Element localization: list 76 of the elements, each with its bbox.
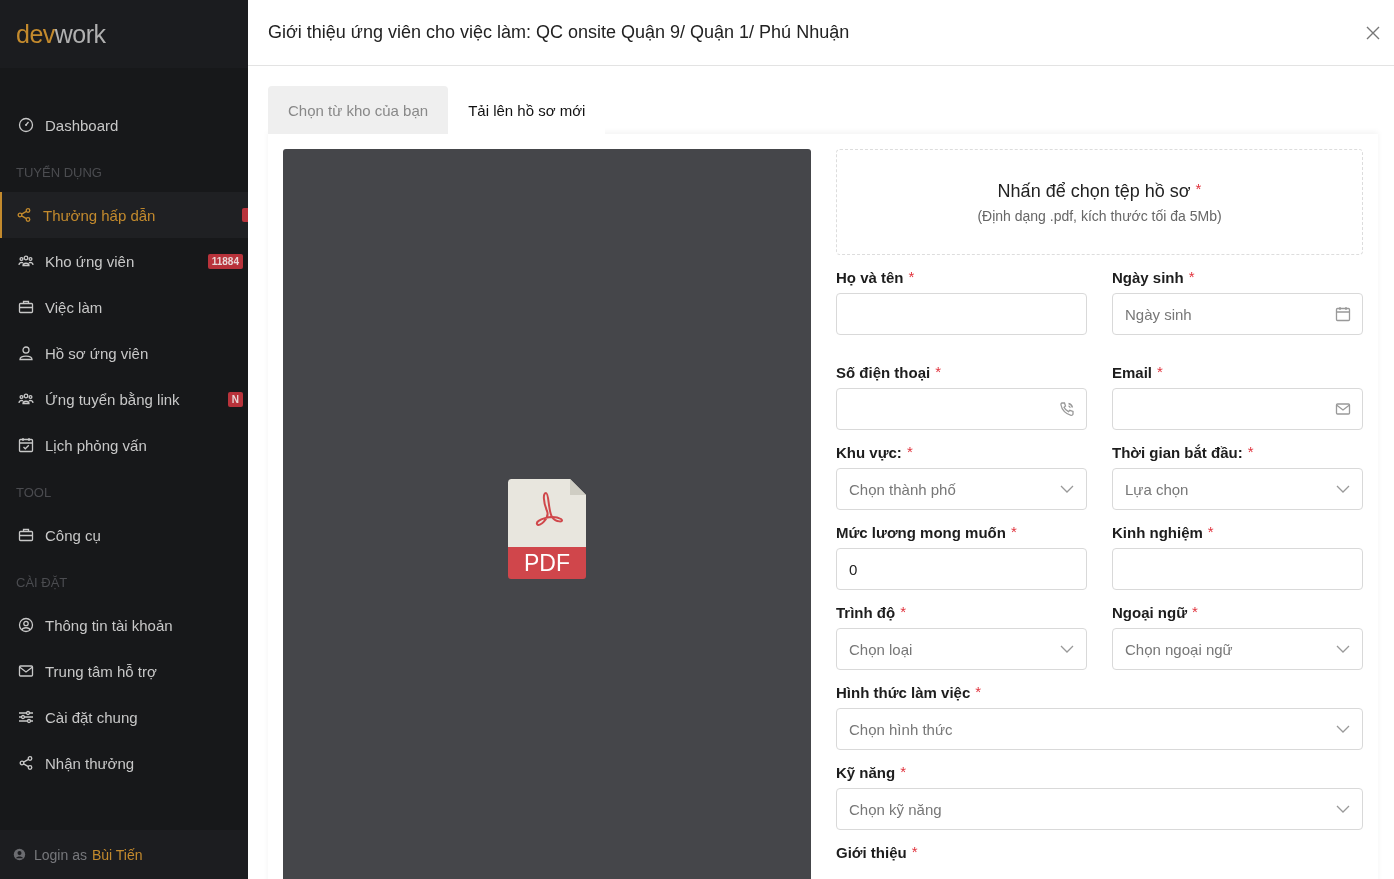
login-label: Login as [34, 846, 87, 863]
share-icon [16, 207, 32, 223]
dropdown[interactable]: Chọn loại [836, 628, 1087, 670]
sidebar-item[interactable]: Kho ứng viên 11884 [0, 238, 248, 284]
mail-icon [1335, 401, 1351, 417]
briefcase-icon [18, 299, 34, 315]
field-label: Họ và tên [836, 269, 904, 286]
required-mark: * [1195, 180, 1202, 196]
field-label: Mức lương mong muốn [836, 524, 1006, 541]
field-label: Email [1112, 364, 1153, 381]
field-label: Kỹ năng [836, 764, 896, 781]
sliders-icon [18, 709, 34, 725]
required-mark: * [935, 364, 941, 379]
upload-title: Nhấn để chọn tệp hồ sơ [997, 180, 1191, 202]
input-field[interactable] [836, 388, 1087, 430]
field-label: Ngày sinh [1112, 269, 1184, 286]
sidebar-item[interactable]: Lịch phỏng vấn [0, 422, 248, 468]
sidebar-item[interactable]: Việc làm [0, 284, 248, 330]
required-mark: * [1207, 524, 1214, 539]
user-name[interactable]: Bùi Tiến [91, 846, 143, 863]
count-badge: 11884 [207, 253, 243, 269]
sidebar-item[interactable]: Thưởng hấp dẫn [0, 192, 248, 238]
sidebar-item[interactable]: Hồ sơ ứng viên [0, 330, 248, 376]
sidebar-item[interactable]: Dashboard [0, 102, 248, 148]
dashboard-icon [18, 117, 34, 133]
required-mark: * [900, 604, 906, 619]
required-mark: * [1192, 604, 1198, 619]
modal-title: Giới thiệu ứng viên cho việc làm: QC onsite Quận 9/ Quận 1/ Phú Nhuận [268, 22, 850, 43]
calendar-icon [18, 437, 34, 453]
input-field[interactable] [1112, 388, 1363, 430]
dropdown[interactable]: Chọn hình thức [836, 708, 1363, 750]
sidebar-item[interactable]: Nhận thưởng [0, 740, 248, 786]
sidebar-item[interactable]: Trung tâm hỗ trợ [0, 648, 248, 694]
field-label: Trình độ [836, 604, 896, 621]
user-icon [13, 848, 26, 861]
required-mark: * [1157, 364, 1163, 379]
share-icon [18, 755, 34, 771]
dropdown[interactable]: Chọn kỹ năng [836, 788, 1363, 830]
field-label: Khu vực: [836, 444, 902, 461]
field-label: Kinh nghiệm [1112, 524, 1203, 541]
required-mark: * [906, 444, 913, 459]
count-badge: N [227, 391, 243, 407]
people-icon [18, 391, 34, 407]
required-mark: * [975, 684, 982, 699]
field-label: Hình thức làm việc [836, 684, 971, 701]
required-mark: * [1010, 524, 1017, 539]
field-label: Số điện thoại [836, 364, 931, 381]
logo[interactable]: devwork [16, 19, 106, 49]
input-field[interactable]: 0 [836, 548, 1087, 590]
briefcase-icon [18, 527, 34, 543]
input-field[interactable] [836, 293, 1087, 335]
required-mark: * [1188, 269, 1195, 284]
user-icon [18, 345, 34, 361]
sidebar-item[interactable]: Cài đặt chung [0, 694, 248, 740]
required-mark: * [900, 764, 907, 779]
required-mark: * [911, 844, 918, 859]
input-field[interactable] [1112, 548, 1363, 590]
dropdown[interactable]: Chọn thành phố [836, 468, 1087, 510]
field-label: Ngoại ngữ [1112, 604, 1188, 621]
upload-hint: (Định dạng .pdf, kích thước tối đa 5Mb) [977, 207, 1222, 224]
upload-area[interactable]: Nhấn để chọn tệp hồ sơ * (Định dạng .pdf, kích thước tối đa 5Mb) [836, 149, 1363, 255]
dropdown[interactable]: Lựa chọn [1112, 468, 1363, 510]
account-icon [18, 617, 34, 633]
date-field[interactable]: Ngày sinh [1112, 293, 1363, 335]
calendar-icon [1335, 306, 1351, 322]
required-mark: * [1247, 444, 1254, 459]
phone-icon [1059, 401, 1075, 417]
sidebar-item[interactable]: Công cụ [0, 512, 248, 558]
people-icon [18, 253, 34, 269]
required-mark: * [908, 269, 915, 284]
field-label: Thời gian bắt đầu: [1112, 444, 1243, 461]
field-label: Giới thiệu [836, 844, 907, 861]
dropdown[interactable]: Chọn ngoại ngữ [1112, 628, 1363, 670]
sidebar-item[interactable]: Ứng tuyển bằng link N [0, 376, 248, 422]
sidebar-item[interactable]: Thông tin tài khoản [0, 602, 248, 648]
mail-icon [18, 663, 34, 679]
